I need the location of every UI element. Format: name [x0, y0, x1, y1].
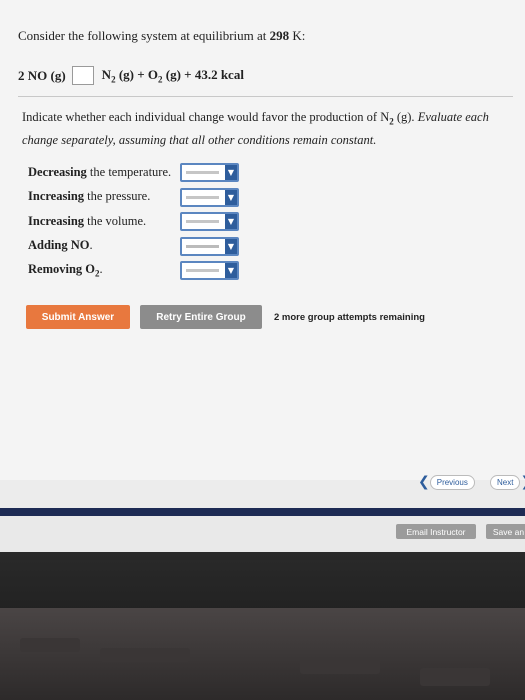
question-text: Consider the following system at equilib…: [18, 28, 305, 44]
question-prefix: Consider the following system at equilib…: [18, 28, 270, 43]
change-row: Removing O2. ▼: [28, 258, 239, 283]
change-row: Increasing the volume. ▼: [28, 209, 239, 234]
instruction-mid: (g).: [393, 110, 418, 124]
answer-select[interactable]: ▼: [180, 236, 239, 256]
change-label-bold: Adding NO: [28, 238, 90, 253]
attempts-remaining-text: 2 more group attempts remaining: [274, 311, 425, 323]
select-value-placeholder: [186, 171, 219, 174]
keyboard-key: [100, 648, 190, 662]
change-label-bold: Increasing: [28, 189, 85, 204]
change-row: Increasing the pressure. ▼: [28, 185, 239, 210]
change-label-bold: Removing O: [28, 262, 96, 276]
chevron-left-icon: ❮: [418, 474, 430, 490]
question-card: Consider the following system at equilib…: [0, 0, 525, 490]
select-value-placeholder: [186, 195, 219, 199]
answer-select[interactable]: ▼: [180, 212, 239, 231]
previous-label: Previous: [429, 474, 475, 490]
answer-select[interactable]: ▼: [180, 163, 239, 182]
change-label-rest: .: [99, 262, 103, 276]
change-label: Increasing the pressure.: [28, 189, 178, 204]
select-value-placeholder: [186, 269, 219, 272]
divider: [18, 96, 513, 97]
select-value-placeholder: [186, 220, 219, 223]
action-row: Submit Answer Retry Entire Group 2 more …: [26, 305, 425, 329]
answer-select[interactable]: ▼: [180, 261, 239, 280]
change-label-rest: the pressure.: [84, 189, 151, 204]
keyboard-key: [420, 668, 490, 686]
dropdown-arrow-icon: ▼: [225, 165, 237, 180]
dropdown-arrow-icon: ▼: [225, 263, 237, 278]
keyboard-key: [20, 638, 80, 652]
equilibrium-arrow-box: [71, 66, 94, 85]
keyboard-key: [300, 658, 380, 674]
product-n2-tail: (g) + O: [115, 66, 158, 82]
equation: 2 NO (g) N2 (g) + O2 (g) + 43.2 kcal: [18, 66, 244, 85]
submit-answer-button[interactable]: Submit Answer: [26, 305, 130, 329]
change-label-bold: Increasing: [28, 213, 85, 228]
change-label-bold: Decreasing: [28, 164, 87, 179]
instruction-lead: Indicate whether each individual change …: [22, 110, 390, 124]
question-suffix: K:: [289, 28, 306, 43]
equation-reactant: 2 NO (g): [18, 67, 66, 83]
answer-select[interactable]: ▼: [180, 187, 239, 207]
save-button[interactable]: Save an: [486, 524, 525, 539]
next-label: Next: [490, 474, 521, 490]
instruction-text: Indicate whether each individual change …: [22, 108, 517, 149]
change-label-rest: the temperature.: [86, 164, 172, 179]
dropdown-arrow-icon: ▼: [225, 189, 237, 205]
product-n2: N: [101, 66, 112, 82]
change-label: Increasing the volume.: [28, 214, 178, 229]
change-label: Removing O2.: [28, 262, 178, 279]
previous-button[interactable]: ❮ Previous: [418, 474, 475, 490]
change-list: Decreasing the temperature. ▼ Increasing…: [28, 160, 239, 283]
dropdown-arrow-icon: ▼: [225, 238, 237, 254]
email-instructor-button[interactable]: Email Instructor: [396, 524, 476, 539]
dropdown-arrow-icon: ▼: [225, 214, 237, 229]
product-tail: (g) + 43.2 kcal: [162, 66, 244, 82]
change-label-rest: the volume.: [84, 213, 147, 228]
change-label: Adding NO.: [28, 238, 178, 253]
footer-bar: [0, 508, 525, 516]
chevron-right-icon: ❯: [520, 474, 525, 490]
select-value-placeholder: [186, 244, 219, 248]
change-label-rest: .: [89, 238, 93, 253]
retry-group-button[interactable]: Retry Entire Group: [140, 305, 262, 329]
desk-surface: [0, 608, 525, 700]
change-row: Decreasing the temperature. ▼: [28, 160, 239, 185]
next-button[interactable]: Next ❯: [490, 474, 525, 490]
change-row: Adding NO. ▼: [28, 234, 239, 259]
equation-products: N2 (g) + O2 (g) + 43.2 kcal: [102, 67, 244, 85]
change-label: Decreasing the temperature.: [28, 165, 178, 180]
question-temperature: 298: [269, 28, 290, 43]
